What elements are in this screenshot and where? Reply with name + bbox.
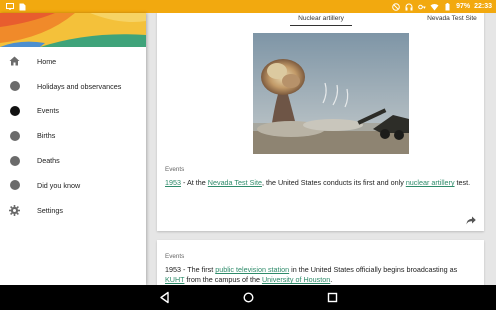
public-television-station-link[interactable]: public television station <box>215 265 289 274</box>
event-text-part: in the United States officially begins b… <box>289 265 458 274</box>
university-of-houston-link[interactable]: University of Houston <box>262 275 330 284</box>
clock: 22:33 <box>474 3 492 10</box>
event-text: 1953 - At the Nevada Test Site, the Unit… <box>165 178 477 188</box>
key-icon <box>417 2 426 11</box>
dot-icon <box>9 81 20 92</box>
nav-item-did-you-know[interactable]: Did you know <box>0 173 146 198</box>
dot-icon <box>9 130 20 141</box>
share-icon[interactable] <box>466 212 476 225</box>
nav-item-holidays[interactable]: Holidays and observances <box>0 74 146 99</box>
nav-item-births[interactable]: Births <box>0 123 146 148</box>
home-circle-icon[interactable] <box>242 291 255 304</box>
nav-item-settings[interactable]: Settings <box>0 198 146 223</box>
tab-nuclear-artillery[interactable]: Nuclear artillery <box>290 15 352 26</box>
event-text-part: from the campus of the <box>184 275 262 284</box>
drawer-header-banner <box>0 13 146 47</box>
event-text-part: , the United States conducts its first a… <box>261 178 406 187</box>
nav-item-label: Settings <box>37 205 63 215</box>
navigation-drawer: Home Holidays and observances Events Bir… <box>0 13 146 285</box>
section-label: Events <box>165 166 185 173</box>
nav-item-label: Home <box>37 56 57 66</box>
dot-icon <box>9 105 20 116</box>
screen-icon <box>5 2 14 11</box>
battery-icon <box>443 2 452 11</box>
kuht-link[interactable]: KUHT <box>165 275 184 284</box>
event-text-part: test. <box>454 178 471 187</box>
event-card: Nuclear artillery Nevada Test Site Event… <box>157 13 484 231</box>
status-left <box>5 2 27 11</box>
system-nav-bar <box>0 285 496 310</box>
back-icon[interactable] <box>158 291 171 304</box>
status-right: 97% 22:33 <box>391 2 492 11</box>
nuclear-artillery-link[interactable]: nuclear artillery <box>406 178 455 187</box>
do-not-disturb-icon <box>391 2 400 11</box>
event-photo[interactable] <box>253 33 409 154</box>
nav-item-label: Holidays and observances <box>37 81 122 91</box>
tab-nevada-test-site[interactable]: Nevada Test Site <box>427 15 477 22</box>
nav-item-deaths[interactable]: Deaths <box>0 148 146 173</box>
event-text-part: 1953 - The first <box>165 265 216 274</box>
nav-item-label: Births <box>37 131 56 141</box>
headset-icon <box>404 2 413 11</box>
main-content: Nuclear artillery Nevada Test Site Event… <box>146 13 496 285</box>
nevada-test-site-link[interactable]: Nevada Test Site <box>208 178 262 187</box>
nav-item-label: Events <box>37 106 59 116</box>
nav-item-home[interactable]: Home <box>0 49 146 74</box>
status-bar: 97% 22:33 <box>0 0 496 13</box>
event-text: 1953 - The first public television stati… <box>165 265 477 285</box>
section-label: Events <box>165 253 185 260</box>
image-tabs: Nuclear artillery Nevada Test Site <box>157 13 484 29</box>
document-icon <box>18 2 27 11</box>
event-card: Events 1953 - The first public televisio… <box>157 240 484 285</box>
nav-item-label: Deaths <box>37 156 60 166</box>
event-text-part: - At the <box>181 178 208 187</box>
dot-icon <box>9 180 20 191</box>
year-link[interactable]: 1953 <box>165 178 181 187</box>
gear-icon <box>9 204 20 216</box>
battery-percent: 97% <box>456 3 471 10</box>
drawer-nav-list: Home Holidays and observances Events Bir… <box>0 47 146 223</box>
dot-icon <box>9 155 20 166</box>
nav-item-events[interactable]: Events <box>0 99 146 124</box>
event-text-part: . <box>330 275 333 284</box>
recent-apps-icon[interactable] <box>326 291 339 304</box>
nav-item-label: Did you know <box>37 180 81 190</box>
wifi-icon <box>430 2 439 11</box>
home-icon <box>9 56 20 67</box>
